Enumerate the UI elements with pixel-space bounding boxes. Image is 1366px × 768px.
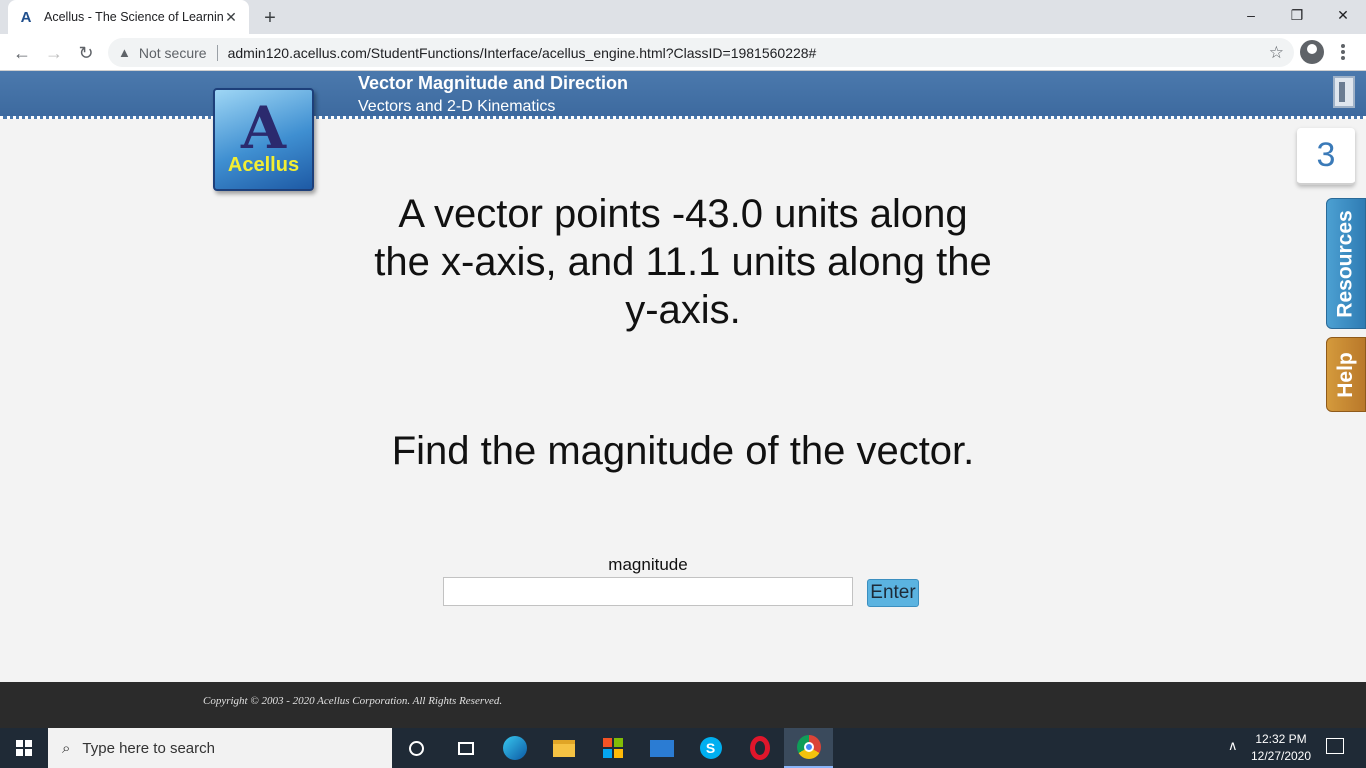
store-icon[interactable]: [588, 728, 637, 768]
edge-icon[interactable]: [490, 728, 539, 768]
start-button[interactable]: [0, 728, 48, 768]
skype-icon[interactable]: S: [686, 728, 735, 768]
opera-icon[interactable]: [735, 728, 784, 768]
help-label: Help: [1334, 351, 1358, 398]
file-explorer-icon[interactable]: [539, 728, 588, 768]
help-tab[interactable]: Help: [1326, 337, 1366, 412]
tray-chevron-up-icon[interactable]: ∧: [1228, 738, 1238, 754]
url-text[interactable]: admin120.acellus.com/StudentFunctions/In…: [228, 45, 817, 61]
lesson-title: Vector Magnitude and Direction: [358, 73, 629, 93]
notification-icon[interactable]: [1326, 738, 1344, 754]
windows-logo-icon: [16, 740, 32, 756]
logo-letter: A: [240, 94, 286, 162]
browser-toolbar: ← → ↻ ▲ Not secure admin120.acellus.com/…: [0, 34, 1366, 71]
back-arrow-icon[interactable]: ←: [8, 39, 36, 67]
address-bar[interactable]: ▲ Not secure admin120.acellus.com/Studen…: [108, 38, 1294, 67]
lesson-header: Vector Magnitude and Direction Vectors a…: [0, 71, 1366, 119]
search-icon: ⌕: [62, 739, 71, 757]
acellus-logo: A Acellus: [213, 88, 314, 191]
restore-icon[interactable]: ❐: [1274, 0, 1320, 30]
system-clock[interactable]: 12:32 PM 12/27/2020: [1250, 731, 1312, 765]
clock-date: 12/27/2020: [1250, 749, 1312, 763]
search-placeholder: Type here to search: [82, 739, 215, 757]
security-label: Not secure: [138, 44, 207, 61]
acellus-favicon-icon: A: [20, 8, 32, 26]
browser-tab-strip: A Acellus - The Science of Learning ✕ + …: [0, 0, 1366, 34]
exit-door-icon[interactable]: [1333, 76, 1355, 108]
question-prompt: A vector points -43.0 units along the x-…: [374, 192, 992, 332]
logo-text: Acellus: [227, 154, 300, 176]
mail-icon[interactable]: [637, 728, 686, 768]
divider: [216, 44, 218, 61]
lesson-content-area: A vector points -43.0 units along the x-…: [0, 122, 1366, 682]
page-footer: Copyright © 2003 - 2020 Acellus Corporat…: [0, 682, 1366, 728]
taskbar-search[interactable]: ⌕ Type here to search: [48, 728, 392, 768]
magnitude-label: magnitude: [608, 555, 688, 574]
tab-title: Acellus - The Science of Learning: [44, 10, 223, 24]
resources-tab[interactable]: Resources: [1326, 198, 1366, 329]
magnitude-input[interactable]: [443, 577, 853, 606]
copyright-text: Copyright © 2003 - 2020 Acellus Corporat…: [203, 695, 503, 707]
close-tab-icon[interactable]: ✕: [223, 9, 239, 25]
enter-button[interactable]: Enter: [867, 579, 919, 607]
profile-avatar-icon[interactable]: [1300, 40, 1324, 64]
chrome-icon[interactable]: [784, 728, 833, 768]
bookmark-star-icon[interactable]: ☆: [1269, 43, 1284, 63]
lesson-subtitle: Vectors and 2-D Kinematics: [358, 98, 556, 115]
problem-counter: 3: [1297, 128, 1355, 185]
windows-taskbar: ⌕ Type here to search S ∧ 12:32 PM 12/27…: [0, 728, 1366, 768]
reload-icon[interactable]: ↻: [72, 39, 100, 67]
minimize-icon[interactable]: –: [1228, 0, 1274, 30]
cortana-icon[interactable]: [392, 728, 441, 768]
task-view-icon[interactable]: [441, 728, 490, 768]
browser-tab[interactable]: A Acellus - The Science of Learning ✕: [8, 0, 249, 34]
question-task: Find the magnitude of the vector.: [391, 429, 975, 473]
browser-menu-icon[interactable]: [1336, 41, 1350, 63]
forward-arrow-icon[interactable]: →: [40, 39, 68, 67]
new-tab-icon[interactable]: +: [258, 6, 282, 30]
clock-time: 12:32 PM: [1255, 732, 1307, 746]
resources-label: Resources: [1334, 209, 1358, 318]
close-window-icon[interactable]: ✕: [1320, 0, 1366, 30]
warning-icon: ▲: [118, 45, 131, 60]
